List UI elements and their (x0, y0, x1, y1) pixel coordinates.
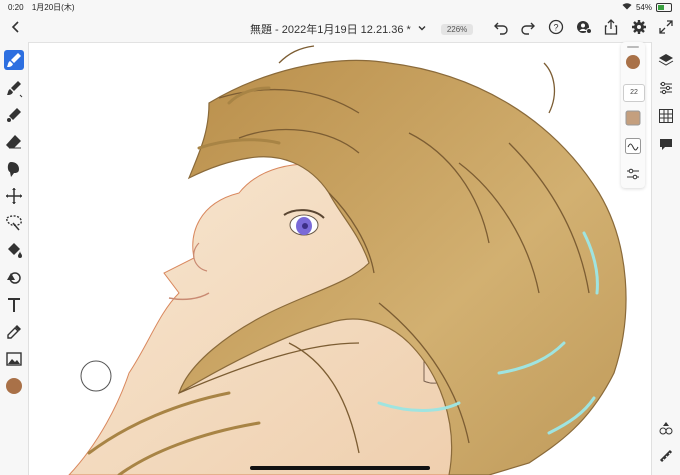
brush-settings-icon[interactable] (658, 420, 674, 436)
battery-icon (656, 2, 672, 12)
color-swatch-icon (6, 378, 22, 394)
vector-brush-icon (7, 108, 21, 122)
svg-text:?: ? (553, 23, 558, 33)
eraser-tool[interactable] (4, 132, 24, 152)
brush-texture-icon (625, 110, 641, 126)
right-panel-bar (651, 42, 680, 475)
live-brush-icon (7, 81, 23, 98)
text-tool[interactable] (4, 295, 24, 315)
brush-texture[interactable] (625, 110, 641, 126)
shape-tool[interactable] (4, 268, 24, 288)
eraser-icon (6, 135, 21, 149)
pixel-brush-tool[interactable] (4, 50, 24, 70)
color-swatch[interactable] (4, 376, 24, 396)
brush-panel: 22 (621, 42, 645, 188)
brush-settings[interactable] (625, 166, 641, 182)
layer-properties-icon[interactable] (658, 80, 674, 96)
selection-icon (6, 215, 22, 231)
status-right: 54% (622, 2, 672, 12)
status-date: 1月20日(木) (31, 2, 75, 12)
image-tool[interactable] (4, 349, 24, 369)
settings-icon[interactable] (631, 19, 647, 35)
artwork-illustration (68, 45, 627, 475)
fullscreen-icon[interactable] (658, 19, 674, 35)
drawing-canvas[interactable] (29, 43, 651, 475)
document-title[interactable]: 無題 - 2022年1月19日 12.21.36 * (250, 21, 411, 37)
shape-icon (7, 272, 21, 284)
eyedropper-icon (7, 325, 21, 339)
smudge-icon (7, 162, 20, 177)
transform-icon (6, 188, 22, 204)
brush-stroke[interactable] (625, 138, 641, 154)
document-title-area[interactable]: 無題 - 2022年1月19日 12.21.36 * 226% (250, 21, 474, 37)
brush-color-swatch-icon (626, 55, 640, 69)
comments-icon[interactable] (658, 136, 674, 152)
transform-tool[interactable] (4, 186, 24, 206)
zoom-level[interactable]: 226% (440, 23, 474, 35)
top-toolbar: 無題 - 2022年1月19日 12.21.36 * 226% ? (0, 14, 680, 43)
tool-palette (0, 42, 29, 475)
smudge-tool[interactable] (4, 159, 24, 179)
measure-icon[interactable] (658, 448, 674, 464)
live-brush-tool[interactable] (4, 78, 24, 98)
eyedropper-tool[interactable] (4, 322, 24, 342)
undo-icon[interactable] (493, 19, 509, 35)
wifi-icon (622, 2, 632, 12)
brush-color[interactable] (625, 54, 641, 70)
fill-icon (8, 243, 22, 258)
vector-brush-tool[interactable] (4, 105, 24, 125)
status-time: 0:20 (8, 2, 24, 12)
grid-icon[interactable] (658, 108, 674, 124)
brush-settings-icon (627, 168, 639, 180)
brush-size[interactable]: 22 (623, 84, 645, 102)
text-icon (8, 298, 20, 312)
image-icon (6, 352, 22, 366)
stroke-wave-icon (625, 138, 641, 154)
panel-grip[interactable] (627, 46, 639, 48)
share-user-icon[interactable] (576, 19, 592, 35)
fill-tool[interactable] (4, 240, 24, 260)
back-icon[interactable] (8, 19, 24, 35)
selection-tool[interactable] (4, 213, 24, 233)
redo-icon[interactable] (520, 19, 536, 35)
status-left: 0:20 1月20日(木) (8, 2, 75, 13)
battery-percent: 54% (635, 2, 652, 12)
home-indicator[interactable] (250, 466, 430, 470)
status-bar: 0:20 1月20日(木) 54% (0, 0, 680, 14)
help-icon[interactable]: ? (548, 19, 564, 35)
export-icon[interactable] (603, 19, 619, 35)
pixel-brush-icon (7, 53, 21, 67)
chevron-down-icon[interactable] (417, 23, 427, 36)
layers-icon[interactable] (658, 52, 674, 68)
